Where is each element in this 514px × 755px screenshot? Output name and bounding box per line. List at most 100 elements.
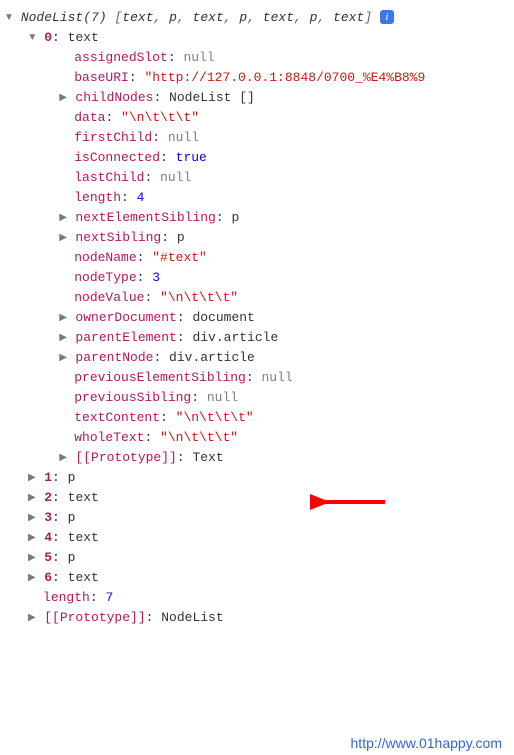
property-key: nodeType xyxy=(74,270,136,285)
header-bracket-close: ] xyxy=(364,10,372,25)
triangle-right-icon: ▶ xyxy=(59,348,68,368)
triangle-right-icon: ▶ xyxy=(27,468,36,488)
item-index: 1 xyxy=(44,470,52,485)
header-item-1: p xyxy=(169,10,177,25)
property-key: ownerDocument xyxy=(75,310,176,325)
triangle-right-icon: ▶ xyxy=(59,308,68,328)
triangle-right-icon: ▶ xyxy=(59,448,68,468)
property-row[interactable]: ▶ nextElementSibling: p xyxy=(4,208,510,228)
header-count: 7 xyxy=(91,10,99,25)
item-index: 2 xyxy=(44,490,52,505)
property-row[interactable]: previousElementSibling: null xyxy=(4,368,510,388)
property-row[interactable]: ▶ parentNode: div.article xyxy=(4,348,510,368)
item-type: text xyxy=(68,490,99,505)
property-row[interactable]: textContent: "\n\t\t\t" xyxy=(4,408,510,428)
prototype-value: NodeList xyxy=(161,610,223,625)
header-item-0: text xyxy=(122,10,153,25)
property-key: nextElementSibling xyxy=(75,210,215,225)
length-row[interactable]: length: 7 xyxy=(4,588,510,608)
length-value: 7 xyxy=(105,590,113,605)
property-key: isConnected xyxy=(74,150,160,165)
property-key: lastChild xyxy=(74,170,144,185)
header-count-close: ) xyxy=(99,10,107,25)
item-index: 5 xyxy=(44,550,52,565)
triangle-right-icon: ▶ xyxy=(27,488,36,508)
item-index: 6 xyxy=(44,570,52,585)
property-key: baseURI xyxy=(74,70,129,85)
property-key: previousSibling xyxy=(74,390,191,405)
nodelist-header[interactable]: ▼ NodeList(7) [text, p, text, p, text, p… xyxy=(4,8,510,28)
property-value: document xyxy=(192,310,254,325)
item-type: p xyxy=(68,550,76,565)
info-icon[interactable]: i xyxy=(380,10,394,24)
item-index: 3 xyxy=(44,510,52,525)
property-value: null xyxy=(261,370,292,385)
property-row[interactable]: ▶ nextSibling: p xyxy=(4,228,510,248)
property-value: p xyxy=(231,210,239,225)
property-key: previousElementSibling xyxy=(74,370,246,385)
item-type: text xyxy=(68,570,99,585)
property-key: [[Prototype]] xyxy=(75,450,176,465)
property-value: "\n\t\t\t" xyxy=(160,290,238,305)
property-key: nodeValue xyxy=(74,290,144,305)
property-value: div.article xyxy=(192,330,278,345)
header-count-open: ( xyxy=(83,10,91,25)
property-key: childNodes xyxy=(75,90,153,105)
property-row[interactable]: nodeType: 3 xyxy=(4,268,510,288)
property-row[interactable]: nodeValue: "\n\t\t\t" xyxy=(4,288,510,308)
property-value: null xyxy=(207,390,238,405)
property-row[interactable]: lastChild: null xyxy=(4,168,510,188)
item-1-header[interactable]: ▶ 1: p xyxy=(4,468,510,488)
property-row[interactable]: data: "\n\t\t\t" xyxy=(4,108,510,128)
property-row[interactable]: ▶ childNodes: NodeList [] xyxy=(4,88,510,108)
item-6-header[interactable]: ▶ 6: text xyxy=(4,568,510,588)
item-3-header[interactable]: ▶ 3: p xyxy=(4,508,510,528)
property-key: data xyxy=(74,110,105,125)
property-key: parentElement xyxy=(75,330,176,345)
item-5-header[interactable]: ▶ 5: p xyxy=(4,548,510,568)
property-row[interactable]: assignedSlot: null xyxy=(4,48,510,68)
property-row[interactable]: previousSibling: null xyxy=(4,388,510,408)
property-row[interactable]: ▶ [[Prototype]]: Text xyxy=(4,448,510,468)
item-index: 4 xyxy=(44,530,52,545)
property-value: Text xyxy=(192,450,223,465)
triangle-right-icon: ▶ xyxy=(27,548,36,568)
property-row[interactable]: ▶ parentElement: div.article xyxy=(4,328,510,348)
property-value: div.article xyxy=(169,350,255,365)
property-row[interactable]: isConnected: true xyxy=(4,148,510,168)
triangle-right-icon: ▶ xyxy=(27,608,36,628)
property-value: null xyxy=(183,50,214,65)
triangle-right-icon: ▶ xyxy=(27,508,36,528)
property-key: nextSibling xyxy=(75,230,161,245)
property-key: length xyxy=(74,190,121,205)
item-type: p xyxy=(68,510,76,525)
property-row[interactable]: wholeText: "\n\t\t\t" xyxy=(4,428,510,448)
property-value: 4 xyxy=(137,190,145,205)
property-value: "http://127.0.0.1:8848/0700_%E4%B8%9 xyxy=(144,70,425,85)
property-key: firstChild xyxy=(74,130,152,145)
triangle-right-icon: ▶ xyxy=(59,88,68,108)
property-row[interactable]: firstChild: null xyxy=(4,128,510,148)
property-row[interactable]: baseURI: "http://127.0.0.1:8848/0700_%E4… xyxy=(4,68,510,88)
triangle-down-icon: ▼ xyxy=(27,28,36,48)
property-value: null xyxy=(160,170,191,185)
property-value: "\n\t\t\t" xyxy=(176,410,254,425)
triangle-right-icon: ▶ xyxy=(27,568,36,588)
triangle-right-icon: ▶ xyxy=(59,228,68,248)
property-row[interactable]: nodeName: "#text" xyxy=(4,248,510,268)
property-value: NodeList [] xyxy=(169,90,255,105)
property-row[interactable]: ▶ ownerDocument: document xyxy=(4,308,510,328)
length-key: length xyxy=(43,590,90,605)
prototype-key: [[Prototype]] xyxy=(44,610,145,625)
property-key: parentNode xyxy=(75,350,153,365)
item-0-header[interactable]: ▼ 0: text xyxy=(4,28,510,48)
header-type: NodeList xyxy=(21,10,83,25)
item-4-header[interactable]: ▶ 4: text xyxy=(4,528,510,548)
item-2-header[interactable]: ▶ 2: text xyxy=(4,488,510,508)
prototype-row[interactable]: ▶ [[Prototype]]: NodeList xyxy=(4,608,510,628)
property-value: true xyxy=(176,150,207,165)
property-value: 3 xyxy=(152,270,160,285)
property-row[interactable]: length: 4 xyxy=(4,188,510,208)
property-key: assignedSlot xyxy=(74,50,168,65)
item-0-index: 0 xyxy=(44,30,52,45)
